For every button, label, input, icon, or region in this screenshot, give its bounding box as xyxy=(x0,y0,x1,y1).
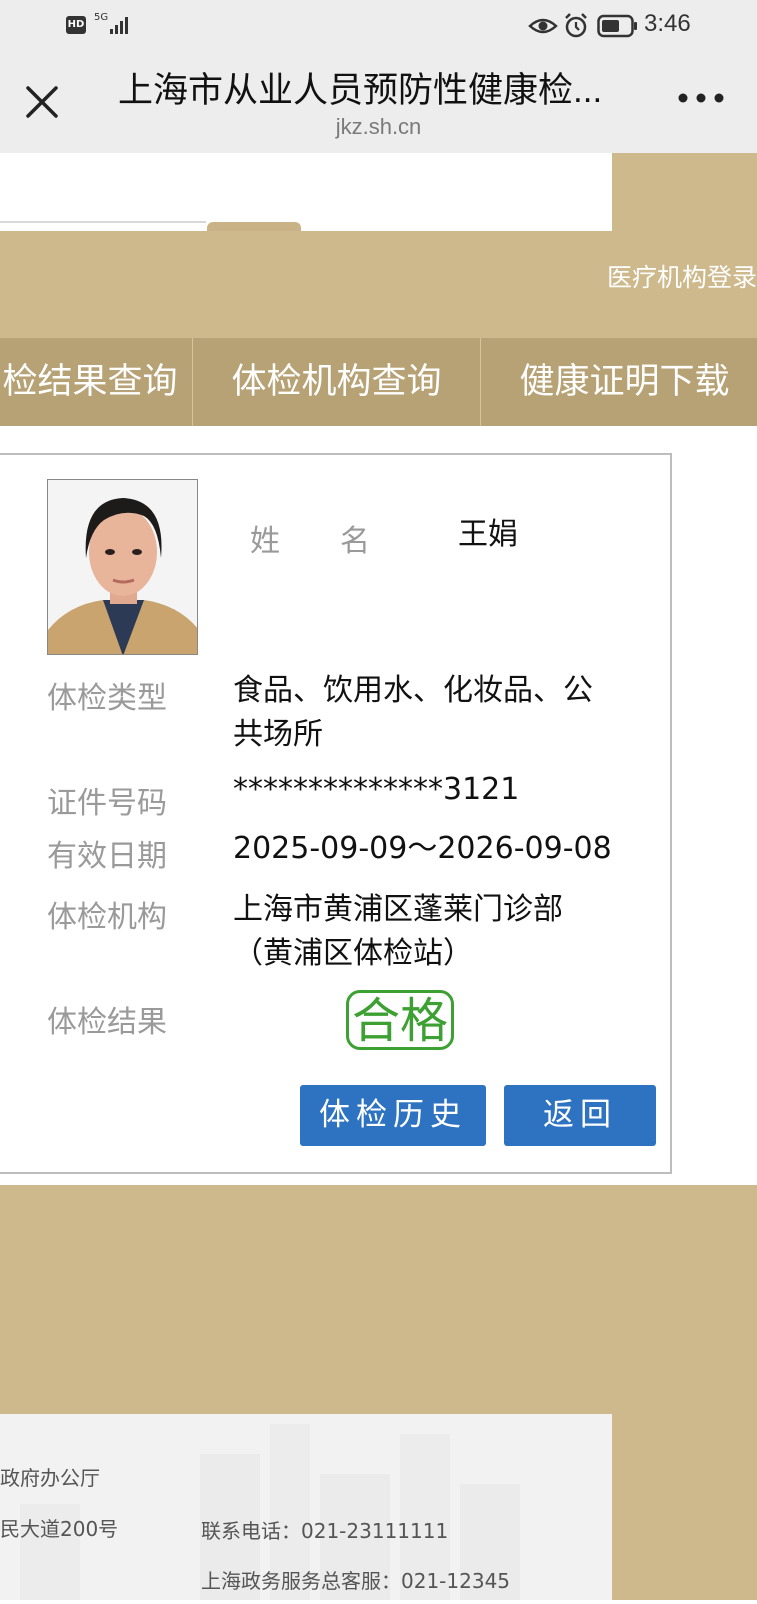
pass-stamp: 合格 xyxy=(346,990,454,1050)
page-title: 上海市从业人员预防性健康检... xyxy=(118,71,603,110)
more-icon[interactable] xyxy=(677,92,725,104)
nav-result-query[interactable]: 检结果查询 xyxy=(0,338,190,426)
medical-login-link[interactable]: 医疗机构登录 xyxy=(607,258,757,294)
hd-badge: HD xyxy=(66,16,86,34)
clock: 3:46 xyxy=(644,10,691,37)
id-number-value: **************3121 xyxy=(233,772,520,807)
lower-band xyxy=(0,1185,757,1414)
network-type: 5G xyxy=(94,12,109,23)
search-bar-edge xyxy=(0,221,206,223)
header-decor xyxy=(612,153,757,231)
footer-phone: 联系电话：021-23111111 xyxy=(201,1519,449,1543)
validity-value: 2025-09-09～2026-09-08 xyxy=(233,831,612,866)
eye-icon xyxy=(528,18,558,34)
footer-address: 民大道200号 xyxy=(0,1517,119,1541)
portrait-image xyxy=(48,480,197,654)
back-button[interactable]: 返回 xyxy=(504,1085,656,1146)
battery-icon xyxy=(597,14,637,38)
id-photo xyxy=(47,479,198,655)
id-number-label: 证件号码 xyxy=(47,786,167,821)
nav-institution-query[interactable]: 体检机构查询 xyxy=(193,338,480,426)
exam-history-button[interactable]: 体检历史 xyxy=(300,1085,486,1146)
institution-value: 上海市黄浦区蓬莱门诊部（黄浦区体检站） xyxy=(233,892,563,971)
institution-label: 体检机构 xyxy=(47,900,167,935)
signal-icon xyxy=(110,17,128,34)
exam-type-label: 体检类型 xyxy=(47,681,167,716)
exam-type-value: 食品、饮用水、化妆品、公共场所 xyxy=(233,673,593,752)
footer-service: 上海政务服务总客服：021-12345 xyxy=(201,1569,511,1593)
page-url: jkz.sh.cn xyxy=(335,114,422,139)
footer-org: 政府办公厅 xyxy=(0,1466,100,1490)
footer-decor xyxy=(612,1414,757,1600)
result-label: 体检结果 xyxy=(47,1005,167,1040)
name-label: 姓 名 xyxy=(250,524,370,559)
validity-label: 有效日期 xyxy=(47,839,167,874)
nav-certificate-download[interactable]: 健康证明下载 xyxy=(481,338,757,426)
alarm-icon xyxy=(565,13,587,38)
name-value: 王娟 xyxy=(458,517,518,552)
